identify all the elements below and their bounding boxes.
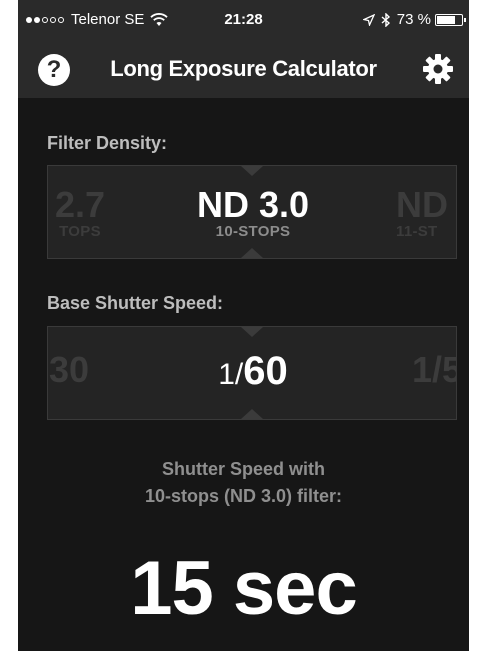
picker-indicator-top	[241, 166, 263, 176]
option-value: ND	[396, 184, 448, 225]
page-title: Long Exposure Calculator	[110, 56, 377, 81]
picker-indicator-bottom	[241, 409, 263, 419]
battery-percent: 73 %	[396, 11, 431, 28]
option-stops: 11-ST	[396, 223, 438, 240]
navigation-bar: ? Long Exposure Calculator	[18, 42, 469, 98]
filter-density-picker[interactable]: 2.7 TOPS ND 3.0 10-STOPS ND 11-ST	[47, 165, 457, 259]
location-icon	[362, 13, 375, 26]
picker-indicator-top	[241, 327, 263, 337]
picker-option-prev[interactable]: 30	[48, 349, 104, 390]
picker-option-prev[interactable]: 2.7 TOPS	[48, 184, 120, 240]
battery-level	[437, 15, 455, 24]
battery-tip	[464, 17, 466, 22]
result-label-line-2: 10-stops (ND 3.0) filter:	[144, 486, 343, 506]
shutter-numerator: 1/	[218, 358, 244, 391]
result-label-line-1: Shutter Speed with	[161, 459, 325, 479]
battery-icon	[435, 13, 466, 26]
app-screen: Telenor SE 21:28 73 % ? Long Exposure Ca…	[18, 0, 469, 651]
option-value: 1/5	[412, 349, 456, 390]
status-right: 73 %	[362, 11, 466, 28]
base-shutter-label: Base Shutter Speed:	[47, 293, 224, 313]
picker-option-selected[interactable]: 1/60	[153, 349, 353, 402]
filter-density-label: Filter Density:	[47, 133, 168, 153]
option-value: 2.7	[54, 184, 106, 225]
selected-filter-value: ND 3.0	[196, 184, 310, 225]
gear-icon[interactable]	[421, 52, 455, 86]
base-shutter-picker[interactable]: 30 1/60 1/5	[47, 326, 457, 420]
picker-option-next[interactable]: 1/5	[412, 349, 456, 390]
bluetooth-icon	[381, 12, 390, 27]
result-label: Shutter Speed with 10-stops (ND 3.0) fil…	[18, 456, 469, 510]
shutter-denominator: 60	[243, 349, 288, 393]
option-stops: TOPS	[59, 223, 101, 240]
option-value: 30	[48, 349, 90, 390]
picker-indicator-bottom	[241, 248, 263, 258]
selected-filter-stops: 10-STOPS	[215, 223, 291, 240]
result-shutter-value: 15 sec	[130, 546, 357, 631]
picker-option-next[interactable]: ND 11-ST	[378, 184, 456, 240]
status-bar: Telenor SE 21:28 73 %	[18, 0, 469, 42]
picker-option-selected[interactable]: ND 3.0 10-STOPS	[153, 186, 353, 240]
